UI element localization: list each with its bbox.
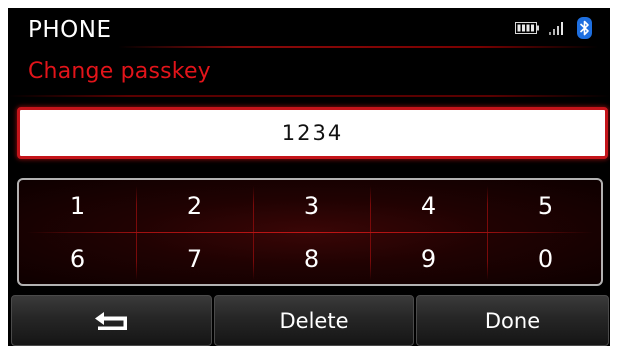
key-0[interactable]: 0	[487, 233, 601, 284]
passkey-value: 1234	[281, 121, 344, 145]
subtitle-divider	[8, 95, 610, 97]
key-5[interactable]: 5	[487, 180, 601, 232]
header-divider	[118, 46, 598, 48]
page-title: PHONE	[28, 17, 112, 43]
done-button-label: Done	[484, 308, 541, 333]
phone-screen: PHONE Change passkey 1234 1 2 3 4 5 6 7 …	[8, 8, 610, 346]
key-2[interactable]: 2	[136, 180, 253, 232]
key-6[interactable]: 6	[19, 233, 136, 284]
key-9[interactable]: 9	[370, 233, 487, 284]
bluetooth-icon	[577, 17, 592, 39]
key-3[interactable]: 3	[253, 180, 370, 232]
signal-icon	[549, 22, 563, 35]
screen-subtitle: Change passkey	[28, 59, 211, 84]
delete-button[interactable]: Delete	[214, 295, 414, 346]
numeric-keypad: 1 2 3 4 5 6 7 8 9 0	[17, 178, 603, 286]
key-8[interactable]: 8	[253, 233, 370, 284]
back-button[interactable]	[11, 295, 212, 346]
back-arrow-icon	[94, 311, 127, 330]
key-1[interactable]: 1	[19, 180, 136, 232]
key-7[interactable]: 7	[136, 233, 253, 284]
passkey-input[interactable]: 1234	[17, 107, 608, 159]
battery-icon	[515, 22, 539, 34]
key-4[interactable]: 4	[370, 180, 487, 232]
delete-button-label: Delete	[279, 308, 349, 333]
done-button[interactable]: Done	[416, 295, 609, 346]
status-bar	[515, 17, 592, 39]
